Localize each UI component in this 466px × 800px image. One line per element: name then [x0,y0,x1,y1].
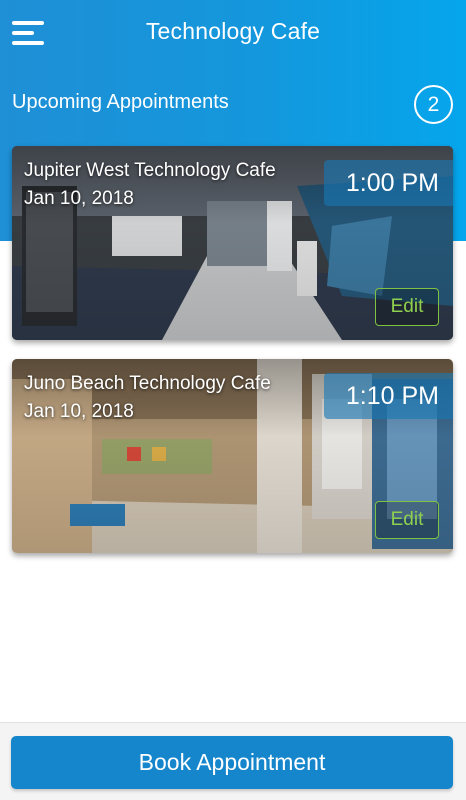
appointment-time: 1:00 PM [323,160,453,206]
app-title: Technology Cafe [145,18,321,44]
appointment-card[interactable]: Juno Beach Technology Cafe Jan 10, 2018 … [12,359,453,553]
appointment-time: 1:10 PM [323,373,453,419]
appointment-card[interactable]: Jupiter West Technology Cafe Jan 10, 201… [12,146,453,340]
appointment-location: Jupiter West Technology Cafe [24,160,276,181]
app-header: Technology Cafe [0,0,466,66]
section-title: Upcoming Appointments [12,91,229,113]
edit-button[interactable]: Edit [375,288,439,326]
appointment-date: Jan 10, 2018 [24,188,134,209]
appointment-date: Jan 10, 2018 [24,401,134,422]
appointment-location: Juno Beach Technology Cafe [24,373,271,394]
edit-button[interactable]: Edit [375,501,439,539]
appointment-count-badge: 2 [414,85,453,124]
footer-bar: Book Appointment [0,722,466,800]
book-appointment-button[interactable]: Book Appointment [11,736,453,789]
